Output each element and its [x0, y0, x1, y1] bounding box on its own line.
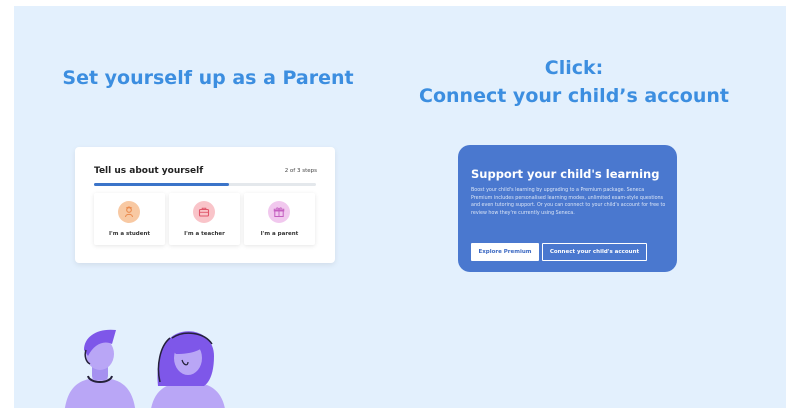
connect-instruction-heading: Click: Connect your child’s account: [409, 54, 739, 110]
role-option-student[interactable]: I'm a student: [94, 193, 165, 245]
gift-icon: [273, 207, 285, 217]
progress-bar: [94, 183, 316, 186]
man-figure: [64, 329, 136, 408]
briefcase-icon: [198, 207, 210, 217]
role-option-teacher[interactable]: I'm a teacher: [169, 193, 240, 245]
parent-child-illustration: [64, 329, 225, 408]
student-icon-badge: [118, 201, 140, 223]
support-card-title: Support your child's learning: [471, 167, 660, 181]
role-label: I'm a parent: [260, 231, 299, 237]
onboarding-card: Tell us about yourself 2 of 3 steps I'm …: [75, 147, 335, 263]
woman-figure: [151, 331, 225, 408]
role-label: I'm a student: [108, 231, 151, 237]
role-option-parent[interactable]: I'm a parent: [244, 193, 315, 245]
role-label: I'm a teacher: [184, 231, 225, 237]
progress-bar-fill: [94, 183, 230, 186]
instruction-click-line: Click:: [544, 57, 604, 79]
parent-setup-heading: Set yourself up as a Parent: [62, 67, 354, 89]
instruction-connect-line: Connect your child’s account: [419, 85, 729, 107]
gift-icon-badge: [268, 201, 290, 223]
student-icon: [124, 206, 134, 218]
connect-child-account-button[interactable]: Connect your child's account: [542, 243, 647, 261]
support-learning-card: Support your child's learning Boost your…: [458, 145, 677, 272]
tutorial-panel: Set yourself up as a Parent Click: Conne…: [14, 6, 786, 408]
support-card-body: Boost your child's learning by upgrading…: [471, 188, 666, 216]
step-counter: 2 of 3 steps: [284, 168, 317, 174]
onboarding-title: Tell us about yourself: [94, 166, 204, 176]
briefcase-icon-badge: [193, 201, 215, 223]
explore-premium-button[interactable]: Explore Premium: [471, 243, 539, 261]
